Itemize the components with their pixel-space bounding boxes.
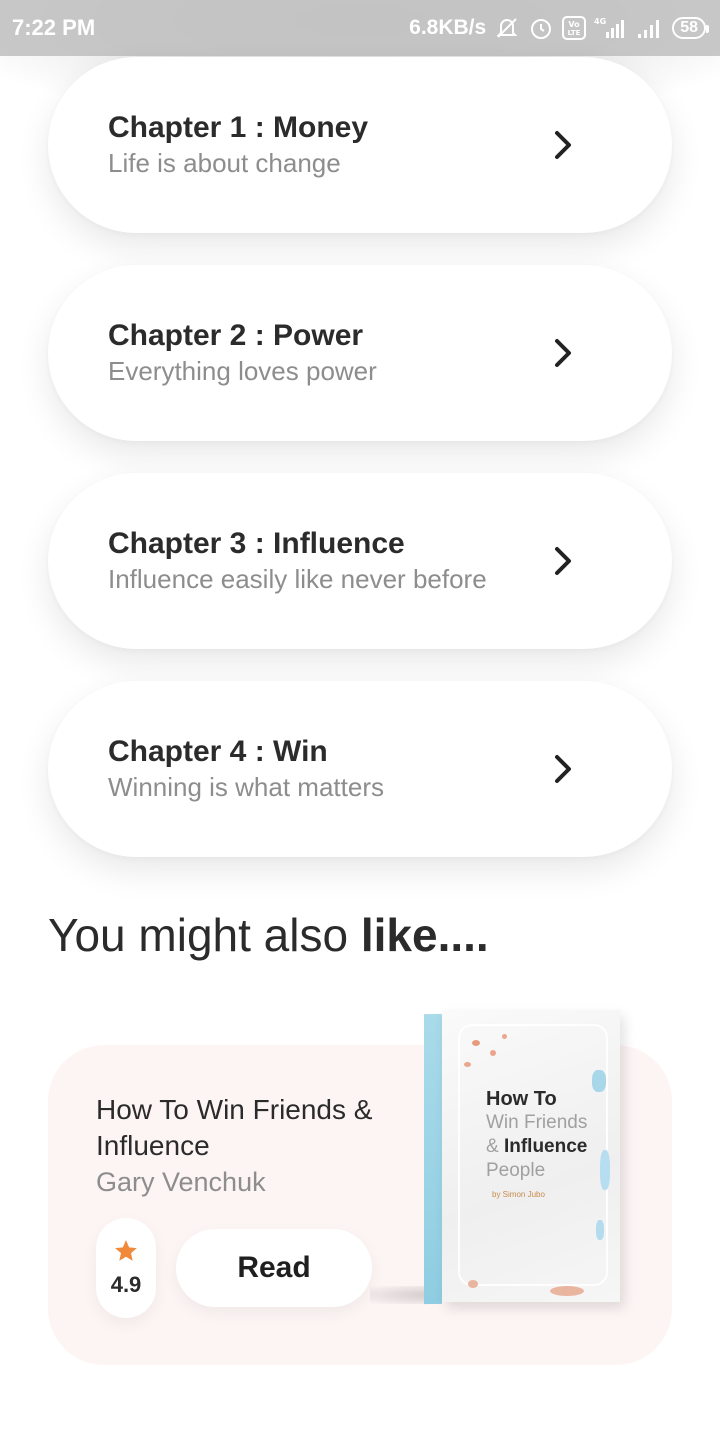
chapter-subtitle: Everything loves power xyxy=(108,356,377,386)
signal-icon xyxy=(636,16,664,40)
chapter-card-2[interactable]: Chapter 2 : Power Everything loves power xyxy=(48,265,672,441)
book-cover-image[interactable]: How To Win Friends & Influence People by… xyxy=(424,1010,620,1306)
chapter-text: Chapter 1 : Money Life is about change xyxy=(108,57,368,233)
cover-splash xyxy=(502,1034,507,1039)
volte-lte-text: LTE xyxy=(568,29,581,37)
book-cover: How To Win Friends & Influence People by… xyxy=(442,1010,620,1302)
chapter-text: Chapter 3 : Influence Influence easily l… xyxy=(108,473,487,649)
section-heading-bold: like.... xyxy=(360,909,489,961)
cover-splash xyxy=(550,1286,584,1296)
battery-indicator: 58 xyxy=(672,17,709,39)
cover-splash xyxy=(472,1040,480,1046)
chapter-subtitle: Life is about change xyxy=(108,148,341,178)
network-type-text: 4G xyxy=(594,17,606,26)
book-title: How To Win Friends & Influence xyxy=(96,1094,373,1161)
status-time: 7:22 PM xyxy=(12,15,96,40)
mute-bell-icon xyxy=(494,15,520,41)
chapter-title: Chapter 1 : Money xyxy=(108,111,369,144)
read-button[interactable]: Read xyxy=(176,1229,372,1307)
cover-byline: by Simon Jubo xyxy=(492,1190,545,1199)
volte-icon: Vo LTE xyxy=(562,16,587,40)
network-speed: 6.8KB/s xyxy=(409,16,487,39)
status-icons: 6.8KB/s Vo LTE 4G 58 xyxy=(409,15,709,41)
chapter-title: Chapter 2 : Power xyxy=(108,319,364,352)
chevron-right-icon xyxy=(555,547,571,575)
book-author: Gary Venchuk xyxy=(96,1167,266,1197)
cover-title-line1: How To xyxy=(486,1088,557,1110)
section-heading: You might also like.... xyxy=(48,905,489,965)
chapter-title: Chapter 3 : Influence xyxy=(108,527,405,560)
cover-title-line4: People xyxy=(486,1160,546,1181)
chapter-subtitle: Influence easily like never before xyxy=(108,564,487,594)
section-heading-regular: You might also xyxy=(48,909,361,961)
chevron-right-icon xyxy=(555,131,571,159)
chapter-text: Chapter 4 : Win Winning is what matters xyxy=(108,681,384,857)
rating-badge: 4.9 xyxy=(96,1218,156,1318)
cover-splash xyxy=(592,1070,606,1092)
cover-title-line3: & Influence xyxy=(486,1136,587,1158)
chevron-right-icon xyxy=(555,755,571,783)
cover-title-line3-bold: Influence xyxy=(503,1136,588,1157)
cover-splash xyxy=(596,1220,604,1240)
cover-title-line3-prefix: & xyxy=(486,1136,504,1157)
rating-value: 4.9 xyxy=(110,1272,142,1297)
alarm-icon xyxy=(528,15,554,41)
book-spine xyxy=(424,1013,442,1305)
chevron-right-icon xyxy=(555,339,571,367)
chapter-title: Chapter 4 : Win xyxy=(108,735,328,768)
star-icon xyxy=(115,1240,137,1261)
volte-vo-text: Vo xyxy=(569,20,581,29)
chapter-card-3[interactable]: Chapter 3 : Influence Influence easily l… xyxy=(48,473,672,649)
cover-splash xyxy=(490,1050,496,1056)
cover-splash xyxy=(600,1150,610,1190)
cover-title-line2: Win Friends xyxy=(486,1112,588,1133)
chapter-card-1[interactable]: Chapter 1 : Money Life is about change xyxy=(48,57,672,233)
cover-splash xyxy=(468,1280,478,1288)
chapter-card-4[interactable]: Chapter 4 : Win Winning is what matters xyxy=(48,681,672,857)
cover-splash xyxy=(464,1062,471,1067)
chapter-subtitle: Winning is what matters xyxy=(108,772,384,802)
chapter-text: Chapter 2 : Power Everything loves power xyxy=(108,265,377,441)
status-bar: 7:22 PM 6.8KB/s Vo LTE 4G 58 xyxy=(0,0,720,56)
signal-4g-icon: 4G xyxy=(594,16,628,40)
